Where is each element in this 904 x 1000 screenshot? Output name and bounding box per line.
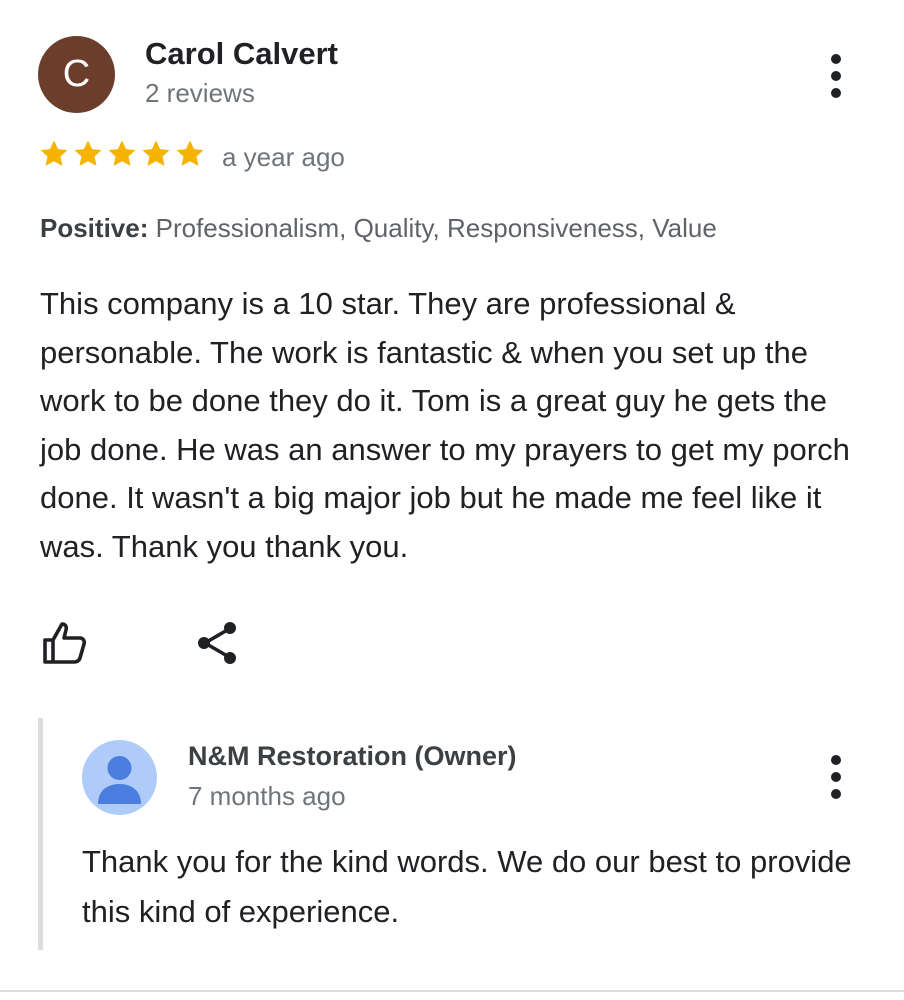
person-avatar-icon [98, 756, 141, 804]
review-time: a year ago [222, 142, 345, 172]
star-icon [74, 140, 102, 166]
star-icon [108, 140, 136, 166]
reply-more-options-button[interactable] [825, 755, 847, 799]
thumb-up-icon [43, 622, 87, 664]
more-options-button[interactable] [825, 54, 847, 98]
star-rating [37, 137, 207, 171]
like-button[interactable] [40, 618, 88, 666]
reviewer-avatar[interactable]: C [38, 36, 115, 113]
share-icon [198, 622, 236, 664]
review-text: This company is a 10 star. They are prof… [40, 286, 850, 564]
star-icon [142, 140, 170, 166]
positive-attributes: Positive: Professionalism, Quality, Resp… [40, 213, 717, 244]
star-icon [176, 140, 204, 166]
more-vert-icon [831, 54, 841, 64]
reviewer-review-count: 2 reviews [145, 78, 255, 108]
reviewer-name[interactable]: Carol Calvert [145, 36, 338, 72]
owner-name[interactable]: N&M Restoration (Owner) [188, 741, 517, 772]
owner-reply-time: 7 months ago [188, 781, 346, 811]
owner-reply-text: Thank you for the kind words. We do our … [82, 844, 852, 929]
positive-values: Professionalism, Quality, Responsiveness… [155, 213, 717, 243]
star-icon [40, 140, 68, 166]
owner-avatar[interactable] [82, 740, 157, 815]
positive-label: Positive: [40, 213, 149, 243]
share-button[interactable] [195, 620, 241, 666]
more-vert-icon [831, 755, 841, 765]
divider [0, 990, 904, 992]
